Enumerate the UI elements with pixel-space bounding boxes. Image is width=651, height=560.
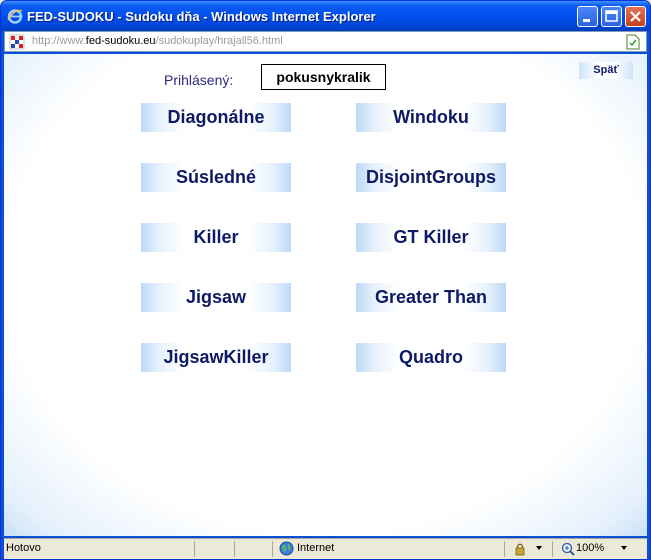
title-bar[interactable]: FED-SUDOKU - Sudoku dňa - Windows Intern… xyxy=(1,1,650,31)
logged-in-label: Prihlásený: xyxy=(164,72,234,88)
security-zone-label: Internet xyxy=(297,542,335,554)
status-bar: Hotovo Internet 100% xyxy=(4,538,647,559)
status-divider xyxy=(234,541,235,557)
variant-button-quadro[interactable]: Quadro xyxy=(356,343,506,372)
close-button[interactable] xyxy=(625,6,646,27)
site-favicon-icon xyxy=(9,34,25,50)
address-bar[interactable]: http://www.fed-sudoku.eu/sudokuplay/hraj… xyxy=(4,31,647,52)
variant-button-jigsaw[interactable]: Jigsaw xyxy=(141,283,291,312)
variant-button-susledne[interactable]: Súsledné xyxy=(141,163,291,192)
zoom-icon xyxy=(561,542,575,556)
variant-button-diagonalne[interactable]: Diagonálne xyxy=(141,103,291,132)
chevron-down-icon[interactable] xyxy=(621,546,627,550)
page-document-icon xyxy=(626,34,640,50)
ie-logo-icon xyxy=(7,9,23,24)
variant-button-windoku[interactable]: Windoku xyxy=(356,103,506,132)
variant-button-gt-killer[interactable]: GT Killer xyxy=(356,223,506,252)
zoom-level[interactable]: 100% xyxy=(576,542,604,554)
chevron-down-icon[interactable] xyxy=(536,546,542,550)
status-divider xyxy=(272,541,273,557)
url-path: /sudokuplay/hrajall56.html xyxy=(155,35,283,47)
variant-button-greater-than[interactable]: Greater Than xyxy=(356,283,506,312)
url-domain: fed-sudoku.eu xyxy=(85,35,156,47)
protected-mode-icon[interactable] xyxy=(513,542,529,556)
url-prefix: http://www. xyxy=(32,35,86,47)
internet-zone-icon xyxy=(279,541,294,556)
variant-button-killer[interactable]: Killer xyxy=(141,223,291,252)
status-text: Hotovo xyxy=(6,542,41,554)
variant-button-disjointgroups[interactable]: DisjointGroups xyxy=(356,163,506,192)
browser-window: FED-SUDOKU - Sudoku dňa - Windows Intern… xyxy=(0,0,651,560)
maximize-button[interactable] xyxy=(601,6,622,27)
url-text[interactable]: http://www.fed-sudoku.eu/sudokuplay/hraj… xyxy=(32,35,283,47)
logged-in-user: pokusnykralik xyxy=(261,64,386,90)
status-divider xyxy=(194,541,195,557)
page-content: Späť Prihlásený: pokusnykralik Diagonáln… xyxy=(4,54,647,536)
minimize-icon xyxy=(583,19,590,22)
status-divider xyxy=(552,541,553,557)
maximize-icon xyxy=(605,10,618,22)
back-button[interactable]: Späť xyxy=(579,62,633,79)
close-icon xyxy=(630,11,641,22)
minimize-button[interactable] xyxy=(577,6,598,27)
window-title: FED-SUDOKU - Sudoku dňa - Windows Intern… xyxy=(27,9,376,24)
status-divider xyxy=(504,541,505,557)
variant-button-jigsawkiller[interactable]: JigsawKiller xyxy=(141,343,291,372)
